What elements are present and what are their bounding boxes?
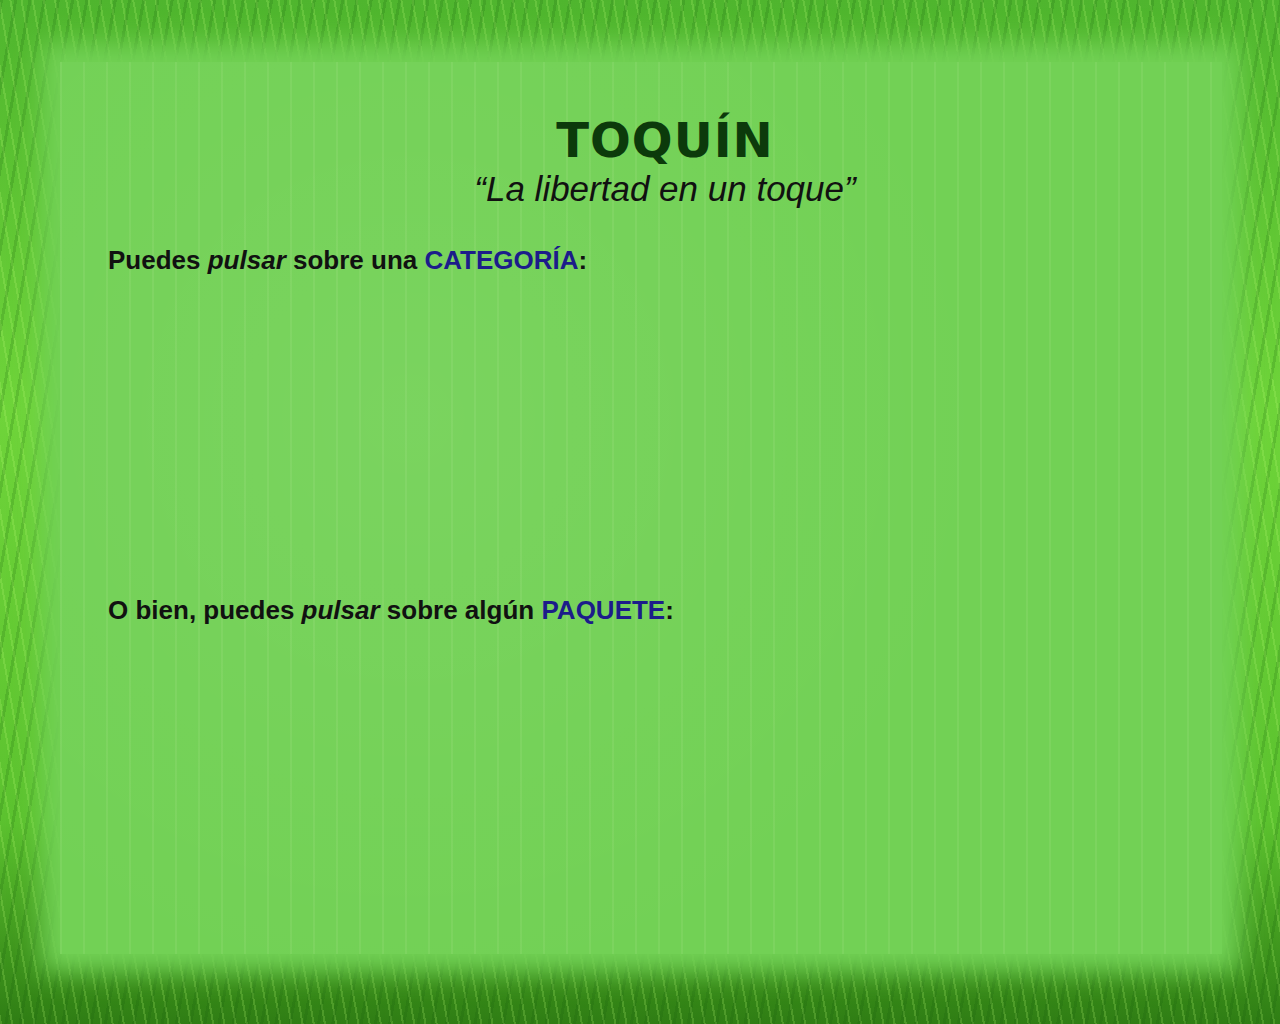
section-prompt: Puedes pulsar sobre una CATEGORÍA: [108,245,1174,276]
prompt-text: CATEGORÍA [424,245,578,275]
app-title: TOQUÍN [556,114,773,167]
prompt-text: pulsar [302,595,380,625]
prompt-text: Puedes [108,245,208,275]
packages-section: O bien, puedes pulsar sobre algún PAQUET… [108,595,1174,658]
prompt-text: : [665,595,674,625]
prompt-text: PAQUETE [541,595,665,625]
prompt-text: : [579,245,588,275]
header: TOQUÍN“La libertad en un toque” [108,114,1174,209]
page: TOQUÍN“La libertad en un toque” Puedes pu… [0,0,1280,1024]
packages-list [108,626,1174,658]
categories-list [108,276,1174,308]
categories-section: Puedes pulsar sobre una CATEGORÍA: [108,245,1174,595]
slogan: “La libertad en un toque” [474,169,855,209]
prompt-text: pulsar [208,245,286,275]
prompt-text: sobre una [286,245,425,275]
prompt-text: sobre algún [380,595,542,625]
section-prompt: O bien, puedes pulsar sobre algún PAQUET… [108,595,1174,626]
content-panel: TOQUÍN“La libertad en un toque” Puedes pu… [60,62,1222,954]
prompt-text: O bien, puedes [108,595,302,625]
